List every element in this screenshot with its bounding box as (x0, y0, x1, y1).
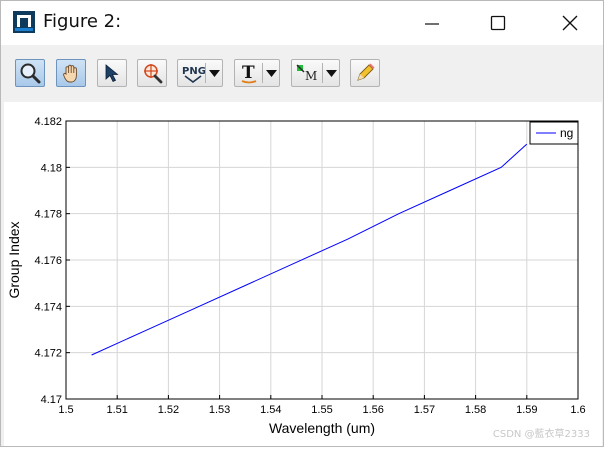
x-tick-label: 1.59 (516, 404, 537, 416)
figure-app-icon (13, 11, 35, 33)
select-button[interactable] (97, 59, 127, 87)
pencil-icon (357, 63, 375, 81)
y-tick-label: 4.174 (34, 301, 62, 313)
x-tick-label: 1.58 (465, 404, 486, 416)
chevron-down-icon[interactable] (266, 70, 277, 77)
legend-label: ng (560, 126, 573, 140)
crosshair-magnifier-icon (144, 64, 163, 84)
plot-area: 1.5 1.51 1.52 1.53 1.54 1.55 1.56 1.57 1.58 1.59 1… (4, 102, 602, 446)
x-tick-label: 1.54 (260, 404, 281, 416)
minimize-button[interactable] (409, 1, 455, 45)
title-bar[interactable]: Figure 2: (1, 1, 603, 45)
close-button[interactable] (547, 1, 593, 45)
edit-button[interactable] (350, 59, 380, 87)
x-tick-label: 1.53 (209, 404, 230, 416)
arrow-cursor-icon (105, 64, 119, 83)
hand-icon (63, 64, 77, 83)
pan-button[interactable] (56, 59, 86, 87)
y-axis-label: Group Index (6, 221, 22, 298)
line-chart[interactable]: 1.5 1.51 1.52 1.53 1.54 1.55 1.56 1.57 1.58 1.59 1… (4, 102, 602, 446)
figure-toolbar: PNG T M (1, 45, 603, 101)
x-tick-label: 1.56 (362, 404, 383, 416)
text-icon: T (241, 63, 257, 84)
svg-text:M: M (305, 69, 317, 83)
figure-window: Figure 2: PNG T M 1.5 1.51 1.52 1.53 1.5… (0, 0, 604, 447)
data-cursor-button[interactable] (137, 59, 167, 87)
png-icon: PNG (182, 66, 206, 83)
text-button[interactable]: T (234, 59, 280, 87)
marker-button[interactable]: M (291, 59, 340, 87)
x-tick-label: 1.6 (570, 404, 585, 416)
zoom-button[interactable] (15, 59, 45, 87)
y-tick-label: 4.18 (41, 162, 62, 174)
svg-text:T: T (242, 63, 255, 83)
marker-icon: M (296, 64, 317, 83)
export-button[interactable]: PNG (177, 59, 223, 87)
y-tick-label: 4.176 (34, 255, 62, 267)
svg-text:PNG: PNG (182, 66, 206, 77)
watermark-text: CSDN @藍衣草2333 (492, 429, 590, 440)
magnifier-icon (20, 63, 41, 84)
minimize-icon (425, 23, 439, 25)
y-tick-label: 4.17 (41, 394, 62, 406)
x-tick-label: 1.57 (414, 404, 435, 416)
dropdown-separator (205, 63, 206, 83)
x-axis-label: Wavelength (um) (269, 420, 375, 436)
y-tick-label: 4.172 (34, 348, 62, 360)
dropdown-separator (322, 63, 323, 83)
x-tick-label: 1.55 (311, 404, 332, 416)
y-tick-label: 4.182 (34, 116, 62, 128)
dropdown-separator (262, 63, 263, 83)
x-tick-label: 1.52 (158, 404, 179, 416)
x-tick-label: 1.51 (106, 404, 127, 416)
close-icon (562, 15, 578, 31)
chevron-down-icon[interactable] (326, 70, 337, 77)
y-tick-label: 4.178 (34, 209, 62, 221)
maximize-button[interactable] (475, 1, 521, 45)
window-title: Figure 2: (43, 11, 122, 32)
chevron-down-icon[interactable] (209, 70, 220, 77)
maximize-icon (490, 15, 506, 31)
